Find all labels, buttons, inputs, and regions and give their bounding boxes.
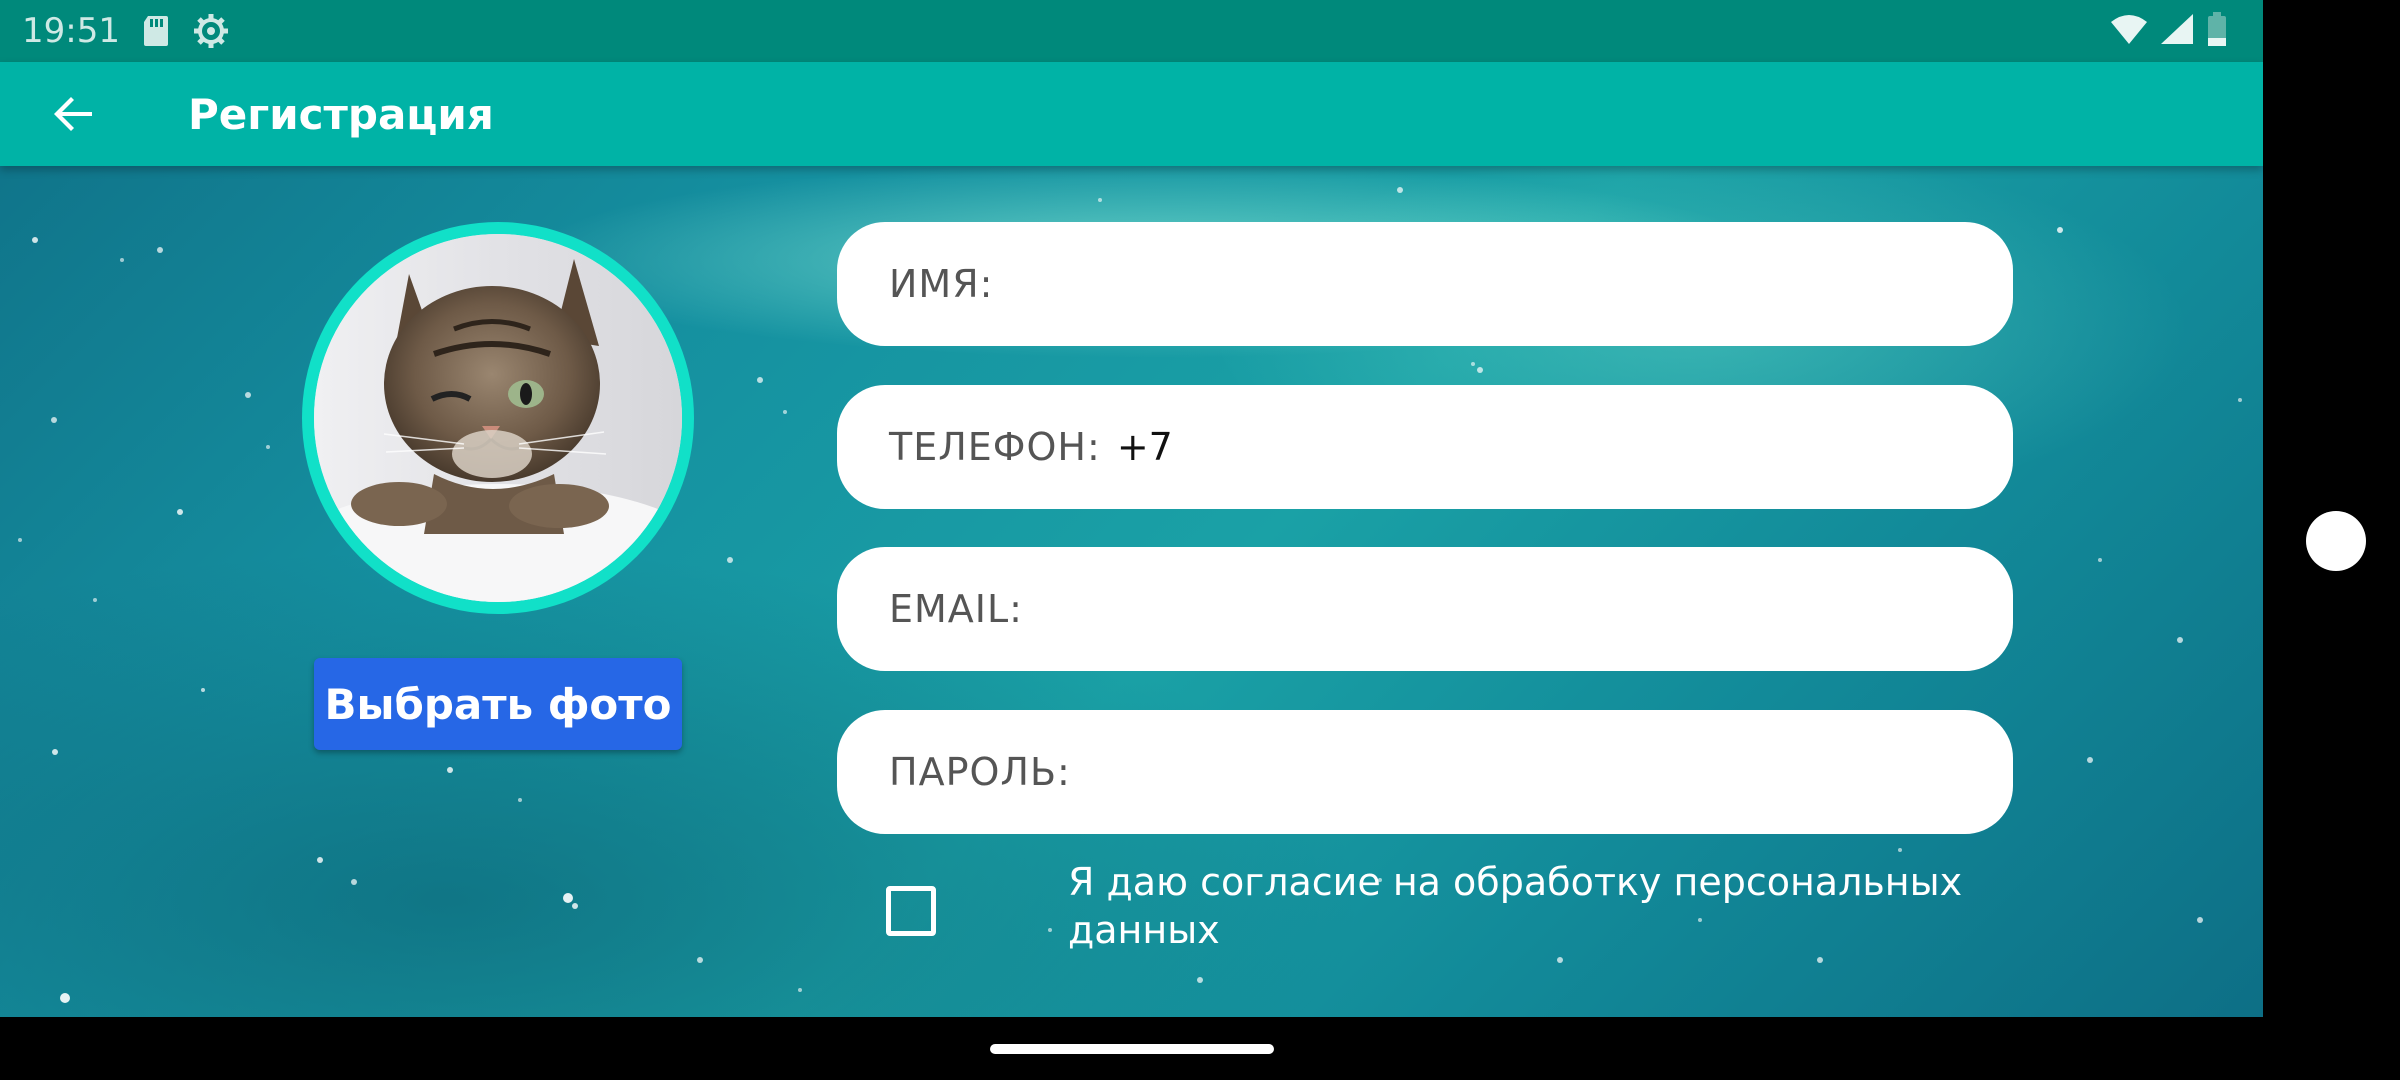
- consent-row: Я даю согласие на обработку персональных…: [886, 858, 1968, 954]
- wifi-icon: [2111, 14, 2147, 49]
- phone-field[interactable]: ТЕЛЕФОН:: [837, 385, 2013, 509]
- avatar-photo: [314, 234, 682, 602]
- consent-checkbox[interactable]: [886, 886, 936, 936]
- email-field[interactable]: EMAIL:: [837, 547, 2013, 671]
- avatar[interactable]: [302, 222, 694, 614]
- phone-input[interactable]: [1114, 406, 2013, 488]
- app-bar: Регистрация: [0, 62, 2263, 166]
- sd-card-icon: [142, 14, 170, 48]
- password-input[interactable]: [1084, 731, 2013, 813]
- name-input[interactable]: [1007, 243, 2013, 325]
- email-input[interactable]: [1036, 568, 2013, 650]
- status-bar: 19:51: [0, 0, 2263, 62]
- phone-label: ТЕЛЕФОН:: [889, 425, 1101, 469]
- choose-photo-button[interactable]: Выбрать фото: [314, 658, 682, 750]
- screen: 19:51 Регистрация Выбрать фото ИМЯ: ТЕЛЕ…: [0, 0, 2263, 1017]
- back-button[interactable]: [38, 78, 110, 150]
- status-time: 19:51: [22, 11, 120, 51]
- password-label: ПАРОЛЬ:: [889, 750, 1071, 794]
- name-field[interactable]: ИМЯ:: [837, 222, 2013, 346]
- password-field[interactable]: ПАРОЛЬ:: [837, 710, 2013, 834]
- floating-handle[interactable]: [2306, 511, 2366, 571]
- settings-gear-icon: [192, 12, 230, 50]
- signal-icon: [2161, 14, 2193, 49]
- cat-photo: [314, 234, 682, 602]
- arrow-left-icon: [54, 97, 92, 131]
- home-gesture-bar[interactable]: [990, 1044, 1274, 1054]
- email-label: EMAIL:: [889, 587, 1023, 631]
- page-title: Регистрация: [188, 89, 494, 139]
- consent-label[interactable]: Я даю согласие на обработку персональных…: [1068, 858, 1968, 954]
- battery-icon: [2207, 12, 2227, 51]
- name-label: ИМЯ:: [889, 262, 994, 306]
